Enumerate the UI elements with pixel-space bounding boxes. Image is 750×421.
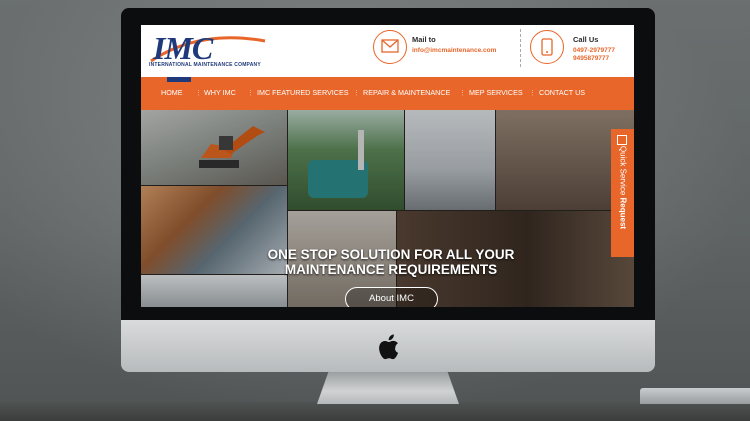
nav-separator: ⋮ xyxy=(459,88,467,97)
quick-service-label: Quick Service Request xyxy=(619,128,628,248)
hero-title-line-1: ONE STOP SOLUTION FOR ALL YOUR xyxy=(267,247,515,262)
nav-separator: ⋮ xyxy=(247,88,255,97)
hero-banner: ONE STOP SOLUTION FOR ALL YOUR MAINTENAN… xyxy=(141,110,634,307)
nav-item-why-imc[interactable]: WHY IMC xyxy=(204,88,236,97)
call-label: Call Us xyxy=(573,35,599,44)
nav-item-mep-services[interactable]: MEP SERVICES xyxy=(469,88,523,97)
quick-service-request-tab[interactable]: Quick Service Request xyxy=(611,129,634,257)
request-text: Request xyxy=(618,197,628,230)
nav-item-home[interactable]: HOME xyxy=(161,88,183,97)
logo-wordmark: IMC xyxy=(153,30,213,66)
nav-item-contact-us[interactable]: CONTACT US xyxy=(539,88,585,97)
imac-stand xyxy=(317,372,459,404)
hero-title-line-2: MAINTENANCE REQUIREMENTS xyxy=(284,262,498,277)
phone-number-1[interactable]: 0497-2979777 xyxy=(573,47,615,55)
about-imc-button[interactable]: About IMC xyxy=(345,287,438,307)
mail-label: Mail to xyxy=(412,35,436,44)
apple-logo-icon xyxy=(379,334,399,360)
site-header: IMC INTERNATIONAL MAINTENANCE COMPANY Ma… xyxy=(141,25,634,77)
hero-title: ONE STOP SOLUTION FOR ALL YOUR MAINTENAN… xyxy=(201,247,581,277)
imc-logo[interactable]: IMC INTERNATIONAL MAINTENANCE COMPANY xyxy=(149,31,274,75)
phone-icon-circle[interactable] xyxy=(530,30,564,64)
hero-overlay xyxy=(141,110,634,307)
nav-active-indicator xyxy=(167,77,191,82)
logo-subtitle: INTERNATIONAL MAINTENANCE COMPANY xyxy=(149,62,261,68)
nav-separator: ⋮ xyxy=(529,88,537,97)
mail-address-link[interactable]: info@imcmaintenance.com xyxy=(412,47,496,55)
nav-item-featured-services[interactable]: IMC FEATURED SERVICES xyxy=(257,88,349,97)
desk xyxy=(0,402,750,421)
nav-item-repair-maintenance[interactable]: REPAIR & MAINTENANCE xyxy=(363,88,450,97)
phone-icon xyxy=(541,38,553,56)
contact-divider xyxy=(520,29,521,67)
nav-separator: ⋮ xyxy=(195,88,203,97)
main-navigation: HOME WHY IMC IMC FEATURED SERVICES REPAI… xyxy=(141,77,634,110)
envelope-icon xyxy=(381,39,399,53)
mail-icon-circle[interactable] xyxy=(373,30,407,64)
laptop-edge xyxy=(640,388,750,404)
quick-service-text: Quick Service xyxy=(618,145,628,198)
website-screen: IMC INTERNATIONAL MAINTENANCE COMPANY Ma… xyxy=(141,25,634,307)
nav-separator: ⋮ xyxy=(353,88,361,97)
phone-number-2[interactable]: 9495879777 xyxy=(573,55,609,63)
